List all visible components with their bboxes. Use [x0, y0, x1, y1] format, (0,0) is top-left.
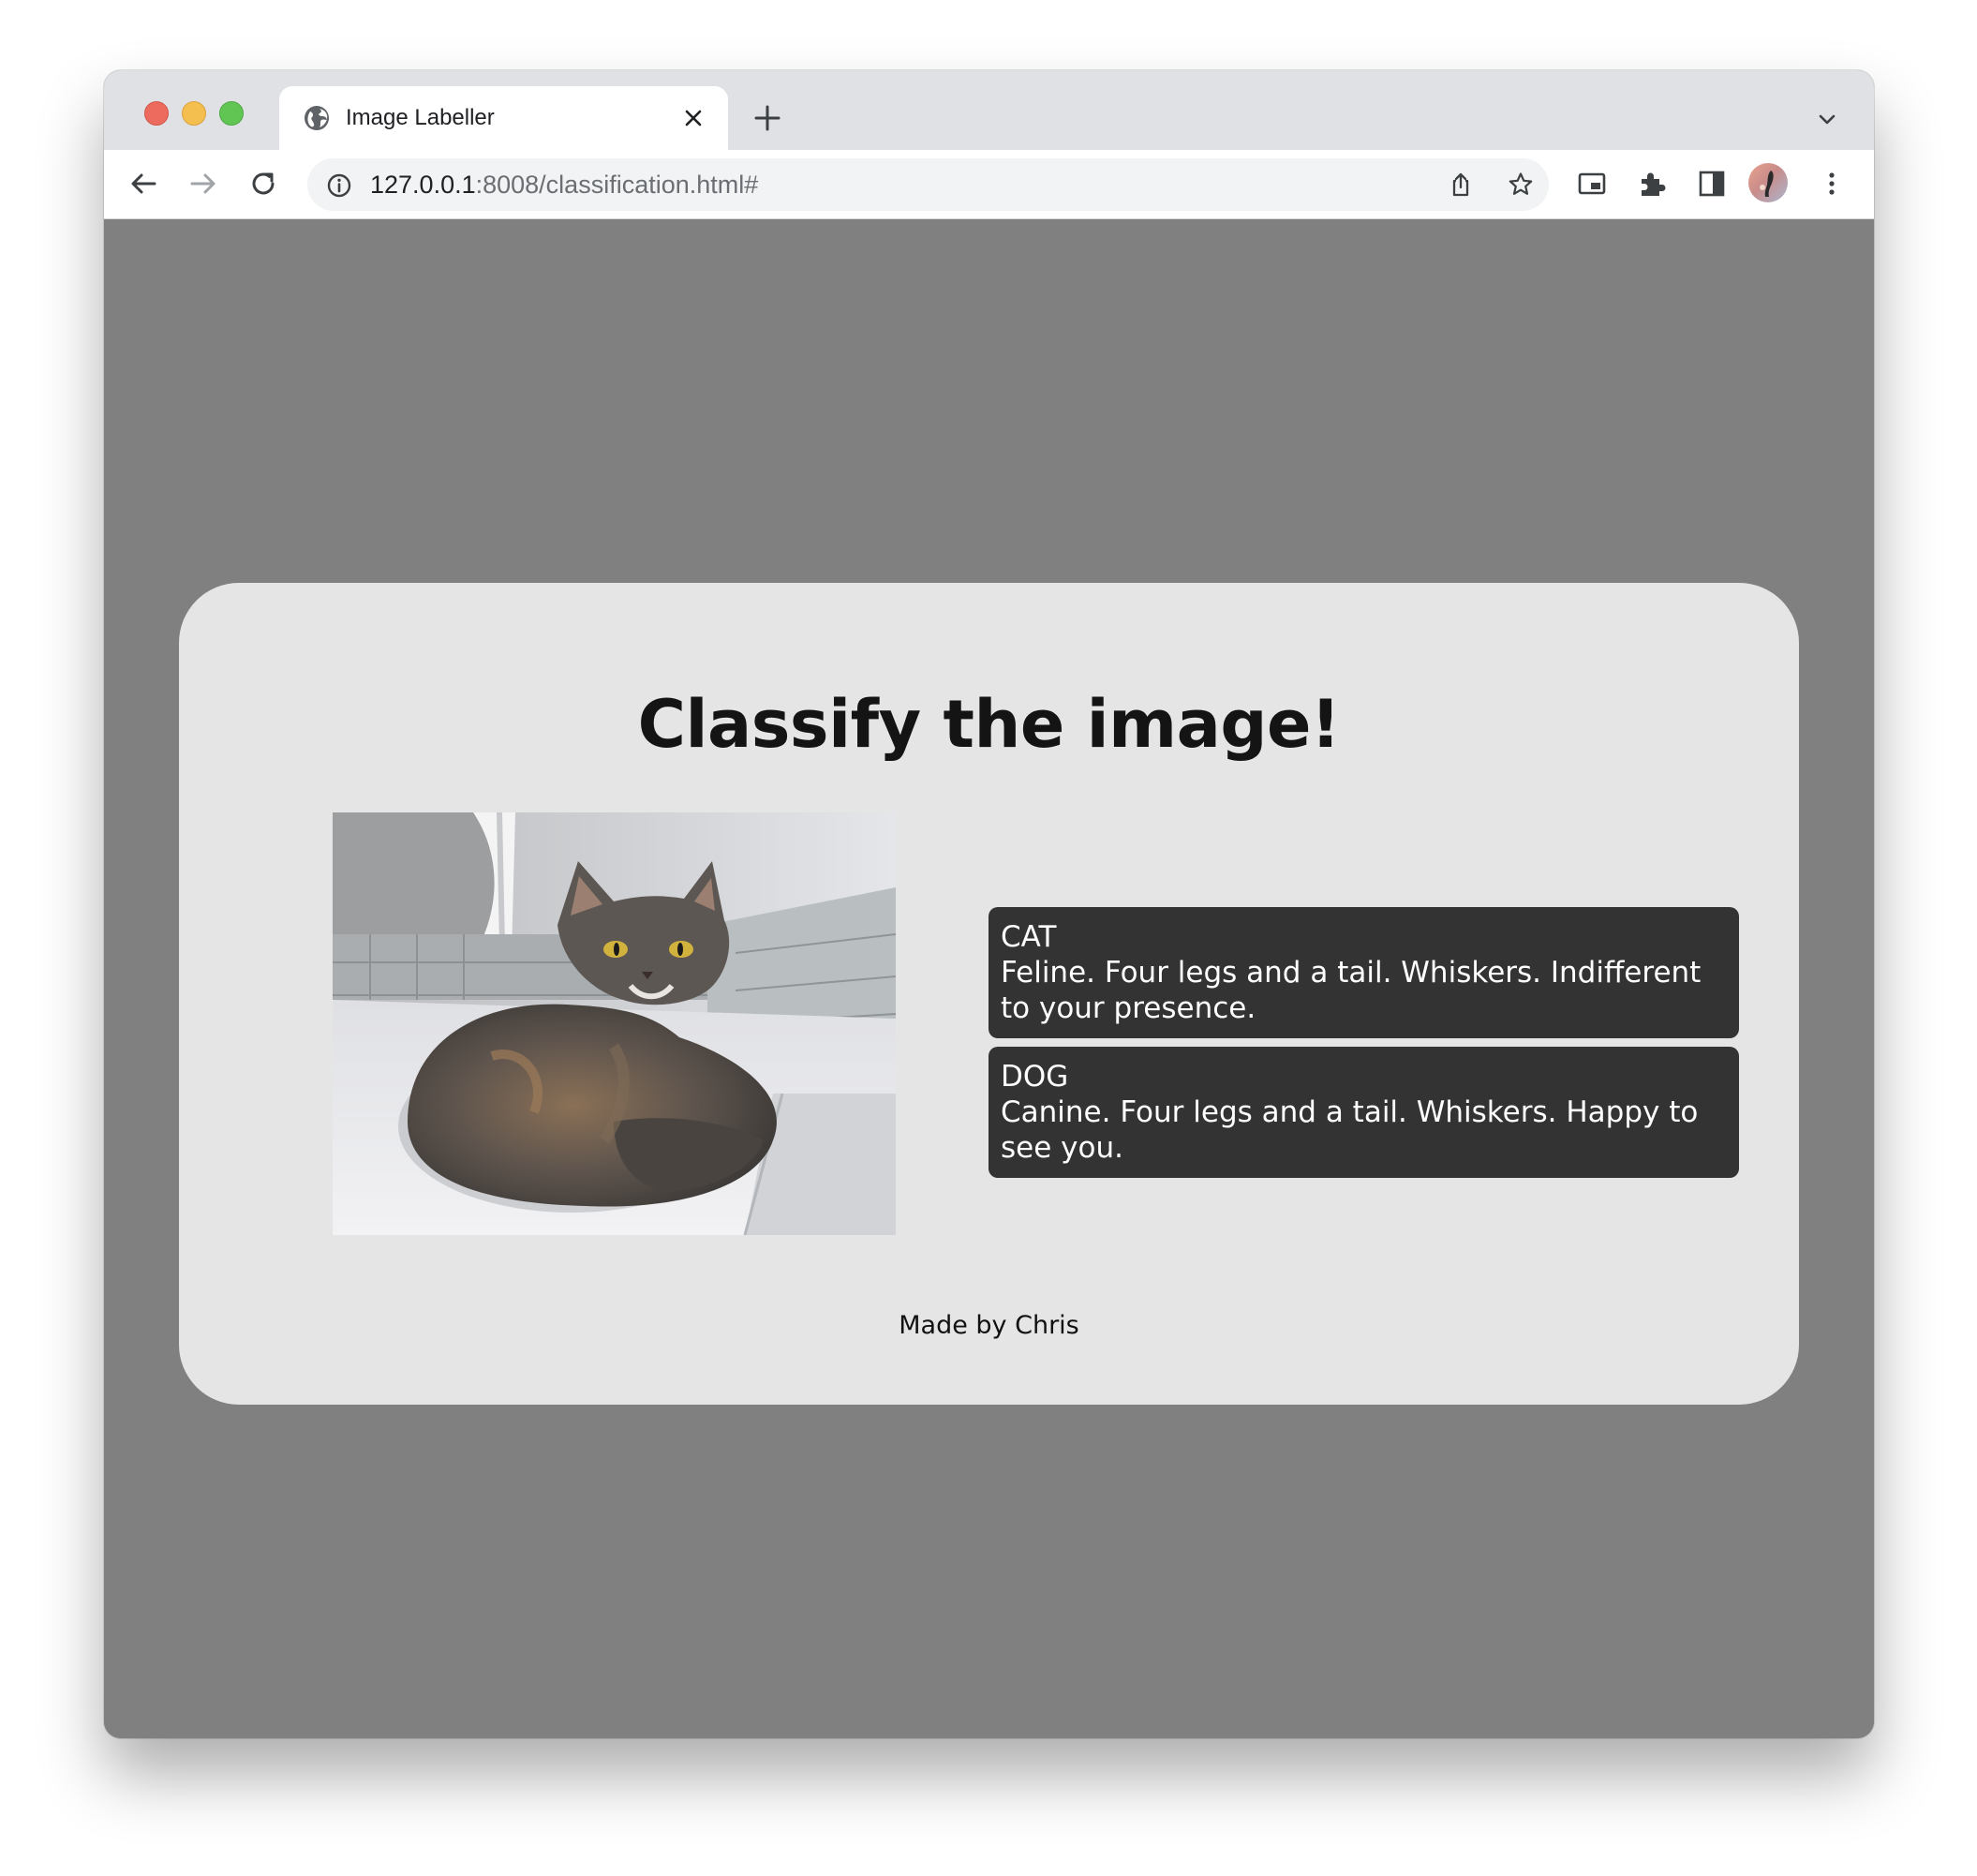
- page-title: Classify the image!: [637, 686, 1341, 763]
- tab-search-icon[interactable]: [1814, 106, 1840, 132]
- browser-toolbar: 127.0.0.1:8008/classification.html#: [104, 150, 1874, 219]
- back-icon[interactable]: [126, 167, 160, 201]
- browser-window: Image Labeller 127.0.0.1:8008/classifica…: [104, 70, 1874, 1738]
- minimize-window-button[interactable]: [182, 101, 206, 126]
- share-icon[interactable]: [1447, 171, 1475, 199]
- extensions-icon[interactable]: [1636, 168, 1668, 200]
- close-tab-icon[interactable]: [680, 105, 706, 131]
- profile-avatar[interactable]: [1748, 163, 1788, 202]
- zoom-window-button[interactable]: [219, 101, 244, 126]
- title-bar: Image Labeller: [104, 70, 1874, 150]
- option-cat-description: Feline. Four legs and a tail. Whiskers. …: [1001, 956, 1702, 1025]
- url-host: 127.0.0.1: [370, 171, 476, 199]
- address-bar[interactable]: 127.0.0.1:8008/classification.html#: [307, 158, 1549, 211]
- more-menu-icon[interactable]: [1816, 168, 1848, 200]
- star-icon[interactable]: [1507, 171, 1535, 199]
- tab-title: Image Labeller: [346, 105, 495, 130]
- browser-tab[interactable]: Image Labeller: [279, 86, 728, 150]
- option-dog-button[interactable]: DOG Canine. Four legs and a tail. Whiske…: [988, 1047, 1739, 1178]
- footer-credit: Made by Chris: [899, 1311, 1079, 1340]
- avatar-image: [1760, 171, 1774, 197]
- classification-card: Classify the image! CAT Feline. Four leg…: [179, 583, 1799, 1405]
- cat-image: [333, 812, 896, 1235]
- info-icon[interactable]: [326, 172, 352, 199]
- new-tab-icon[interactable]: [751, 101, 784, 135]
- option-dog-description: Canine. Four legs and a tail. Whiskers. …: [1001, 1095, 1699, 1165]
- url-path: :8008/classification.html#: [475, 171, 759, 199]
- picture-in-picture-icon[interactable]: [1576, 168, 1608, 200]
- option-cat-button[interactable]: CAT Feline. Four legs and a tail. Whiske…: [988, 907, 1739, 1038]
- close-window-button[interactable]: [144, 101, 169, 126]
- page-viewport: Classify the image! CAT Feline. Four leg…: [104, 219, 1874, 1738]
- forward-icon[interactable]: [186, 167, 220, 201]
- reload-icon[interactable]: [246, 167, 280, 201]
- globe-icon: [305, 106, 329, 130]
- side-panel-icon[interactable]: [1696, 168, 1728, 200]
- option-dog-label: DOG: [1001, 1060, 1069, 1094]
- url-text[interactable]: 127.0.0.1:8008/classification.html#: [370, 171, 758, 200]
- option-cat-label: CAT: [1001, 920, 1057, 954]
